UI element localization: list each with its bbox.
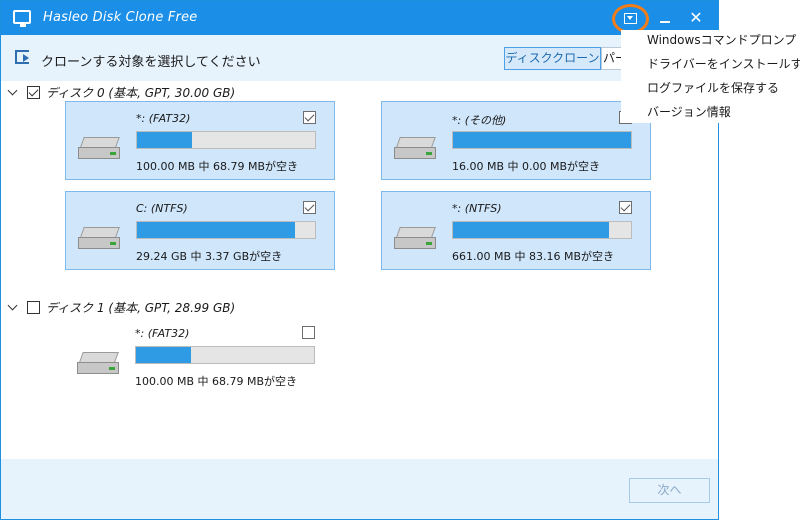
partition-size: 100.00 MB 中 68.79 MBが空き — [135, 375, 298, 388]
partition-clone-mode-button[interactable]: パー — [601, 47, 623, 70]
partition-checkbox[interactable] — [302, 326, 315, 339]
app-monitor-icon — [13, 10, 31, 27]
partition-size: 29.24 GB 中 3.37 GBが空き — [136, 250, 283, 263]
partition-size: 16.00 MB 中 0.00 MBが空き — [452, 160, 601, 173]
usage-bar-fill — [137, 222, 295, 238]
usage-bar-fill — [453, 222, 609, 238]
app-window: Hasleo Disk Clone Free ✕ クローンする対象を選択してくだ… — [0, 0, 719, 520]
usage-bar — [452, 131, 632, 149]
partition-card[interactable]: C: (NTFS) 29.24 GB 中 3.37 GBが空き — [65, 191, 335, 270]
hard-drive-icon — [394, 227, 438, 249]
window-title: Hasleo Disk Clone Free — [43, 10, 198, 25]
hard-drive-icon — [78, 137, 122, 159]
menu-item-install-driver[interactable]: ドライバーをインストールする — [647, 55, 800, 73]
partition-card[interactable]: *: (NTFS) 661.00 MB 中 83.16 MBが空き — [381, 191, 651, 270]
instruction-text: クローンする対象を選択してください — [41, 55, 261, 70]
hard-drive-icon — [394, 137, 438, 159]
footer-bar — [1, 459, 718, 519]
next-button[interactable]: 次へ — [629, 478, 710, 503]
hard-drive-icon — [77, 352, 121, 374]
disk-row: ディスク 0 (基本, GPT, 30.00 GB) — [7, 83, 235, 101]
partition-name: *: (NTFS) — [452, 202, 502, 215]
usage-bar-fill — [136, 347, 192, 363]
partition-checkbox[interactable] — [303, 201, 316, 214]
hard-drive-icon — [78, 227, 122, 249]
minimize-button[interactable] — [652, 7, 678, 29]
chevron-down-icon[interactable] — [7, 85, 21, 99]
menu-item-save-log[interactable]: ログファイルを保存する — [647, 79, 779, 97]
clone-arrow-icon — [15, 50, 29, 64]
partition-name: *: (FAT32) — [136, 112, 191, 125]
usage-bar — [452, 221, 632, 239]
usage-bar-fill — [137, 132, 193, 148]
partition-card[interactable]: *: (FAT32) 100.00 MB 中 68.79 MBが空き — [65, 317, 335, 396]
partition-name: C: (NTFS) — [136, 202, 188, 215]
partition-size: 661.00 MB 中 83.16 MBが空き — [452, 250, 615, 263]
partition-checkbox[interactable] — [619, 201, 632, 214]
disk-label: ディスク 0 (基本, GPT, 30.00 GB) — [46, 85, 236, 100]
usage-bar-fill — [453, 132, 631, 148]
menu-item-version-info[interactable]: バージョン情報 — [647, 103, 731, 121]
partition-card[interactable]: *: (FAT32) 100.00 MB 中 68.79 MBが空き — [65, 101, 335, 180]
chevron-down-icon[interactable] — [7, 300, 21, 314]
title-bar: Hasleo Disk Clone Free ✕ — [1, 1, 718, 35]
disk-row: ディスク 1 (基本, GPT, 28.99 GB) — [7, 298, 235, 316]
partition-name: *: (その他) — [452, 114, 507, 127]
disk-clone-mode-button[interactable]: ディスククローン — [504, 47, 601, 70]
partition-card[interactable]: *: (その他) 16.00 MB 中 0.00 MBが空き — [381, 101, 651, 180]
disk-label: ディスク 1 (基本, GPT, 28.99 GB) — [46, 300, 236, 315]
partition-size: 100.00 MB 中 68.79 MBが空き — [136, 160, 299, 173]
close-button[interactable]: ✕ — [683, 7, 709, 29]
disk-checkbox[interactable] — [27, 85, 40, 99]
menu-item-command-prompt[interactable]: Windowsコマンドプロンプト — [647, 31, 800, 49]
settings-dropdown-menu: Windowsコマンドプロンプト ドライバーをインストールする ログファイルを保… — [621, 30, 800, 123]
instruction-bar: クローンする対象を選択してください ディスククローン パー — [1, 35, 718, 81]
disk-checkbox[interactable] — [27, 300, 40, 314]
partition-name: *: (FAT32) — [135, 327, 190, 340]
usage-bar — [136, 221, 316, 239]
usage-bar — [135, 346, 315, 364]
partition-checkbox[interactable] — [303, 111, 316, 124]
usage-bar — [136, 131, 316, 149]
